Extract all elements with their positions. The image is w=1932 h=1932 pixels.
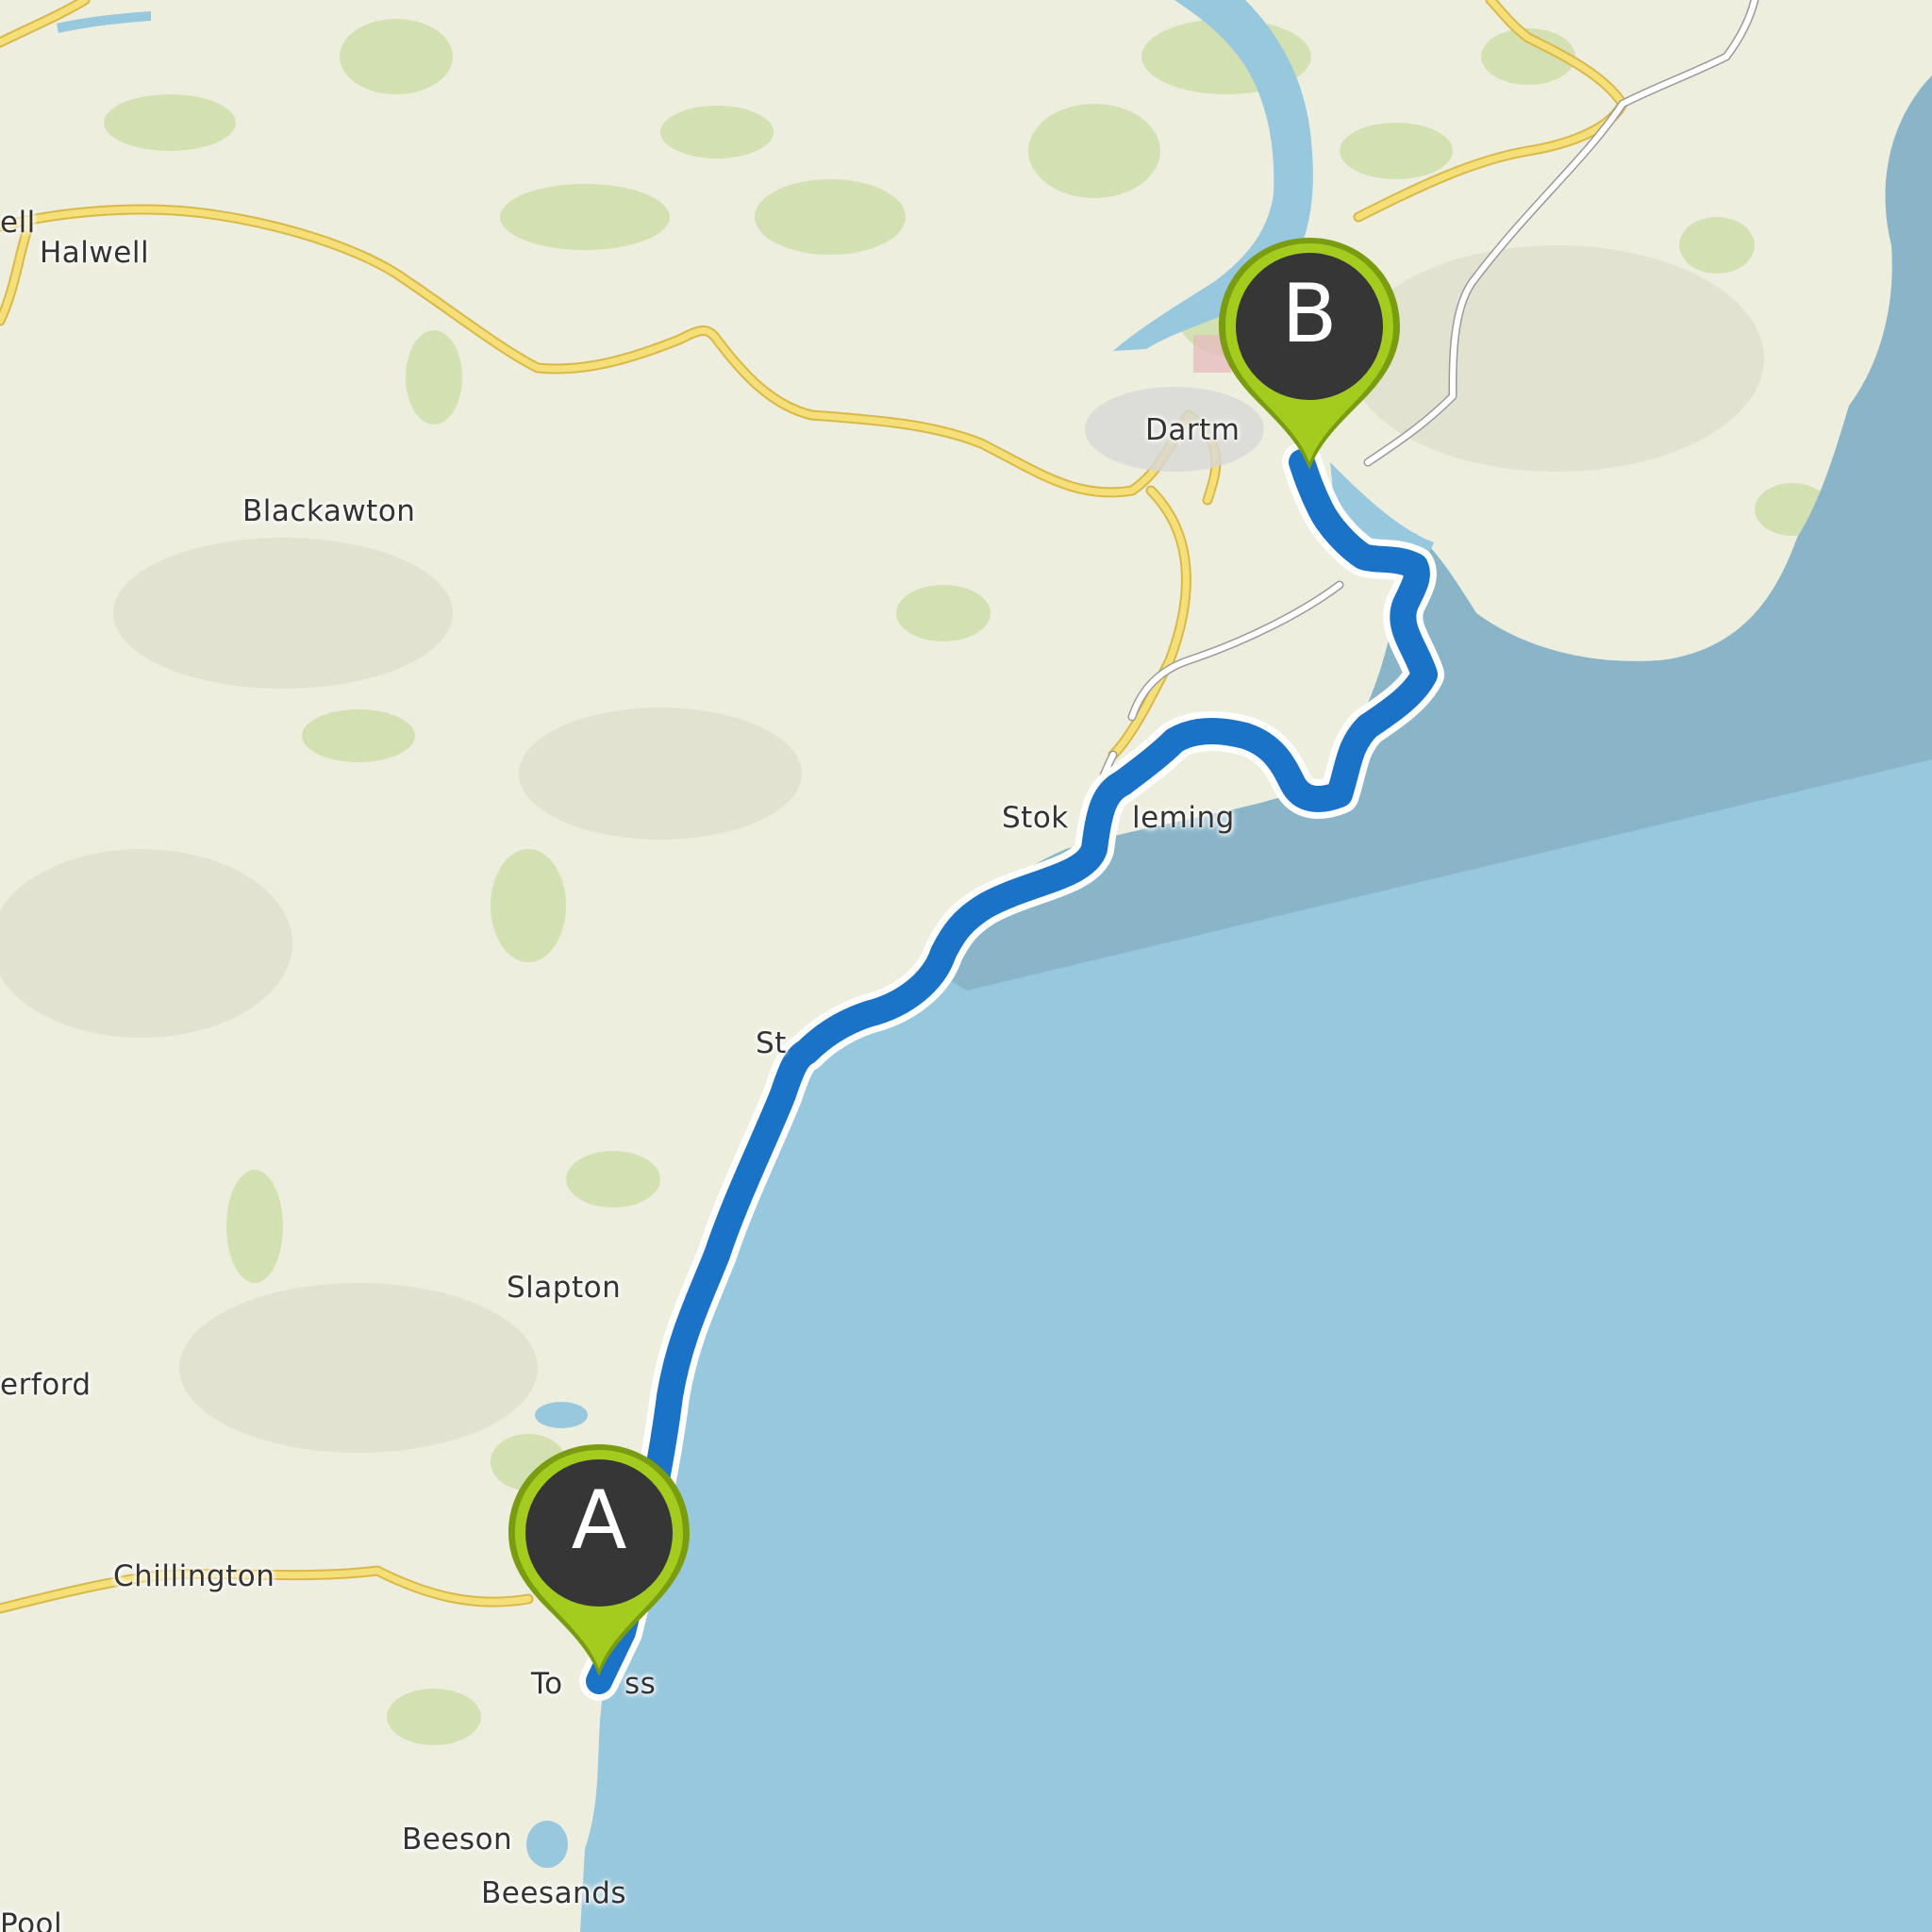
place-label-beeson: Beeson	[402, 1823, 513, 1857]
place-label-halwell-edge: ell	[0, 206, 36, 240]
place-label-beesands: Beesands	[481, 1876, 627, 1910]
place-label-stoke-fleming-b: leming	[1132, 801, 1235, 835]
place-label-strete: St	[756, 1026, 787, 1060]
route-start-label: A	[571, 1474, 627, 1568]
route-line	[586, 449, 1438, 1694]
route-line-casing	[579, 442, 1444, 1701]
place-label-stoke-fleming-a: Stok	[1002, 801, 1069, 835]
route-end-marker[interactable]: B	[1206, 232, 1413, 477]
place-label-chillington: Chillington	[113, 1559, 275, 1593]
place-label-slapton: Slapton	[507, 1271, 622, 1305]
route-start-marker[interactable]: A	[495, 1439, 703, 1684]
route-layer	[579, 442, 1444, 1701]
route-end-label: B	[1281, 267, 1338, 361]
place-label-blackawton: Blackawton	[242, 494, 416, 528]
place-label-frogmore-edge: erford	[0, 1368, 92, 1402]
place-label-pool-edge: Pool	[0, 1907, 63, 1932]
place-label-halwell: Halwell	[40, 236, 150, 270]
map-canvas[interactable]: ell Halwell Blackawton Dartm Stok leming…	[0, 0, 1932, 1932]
